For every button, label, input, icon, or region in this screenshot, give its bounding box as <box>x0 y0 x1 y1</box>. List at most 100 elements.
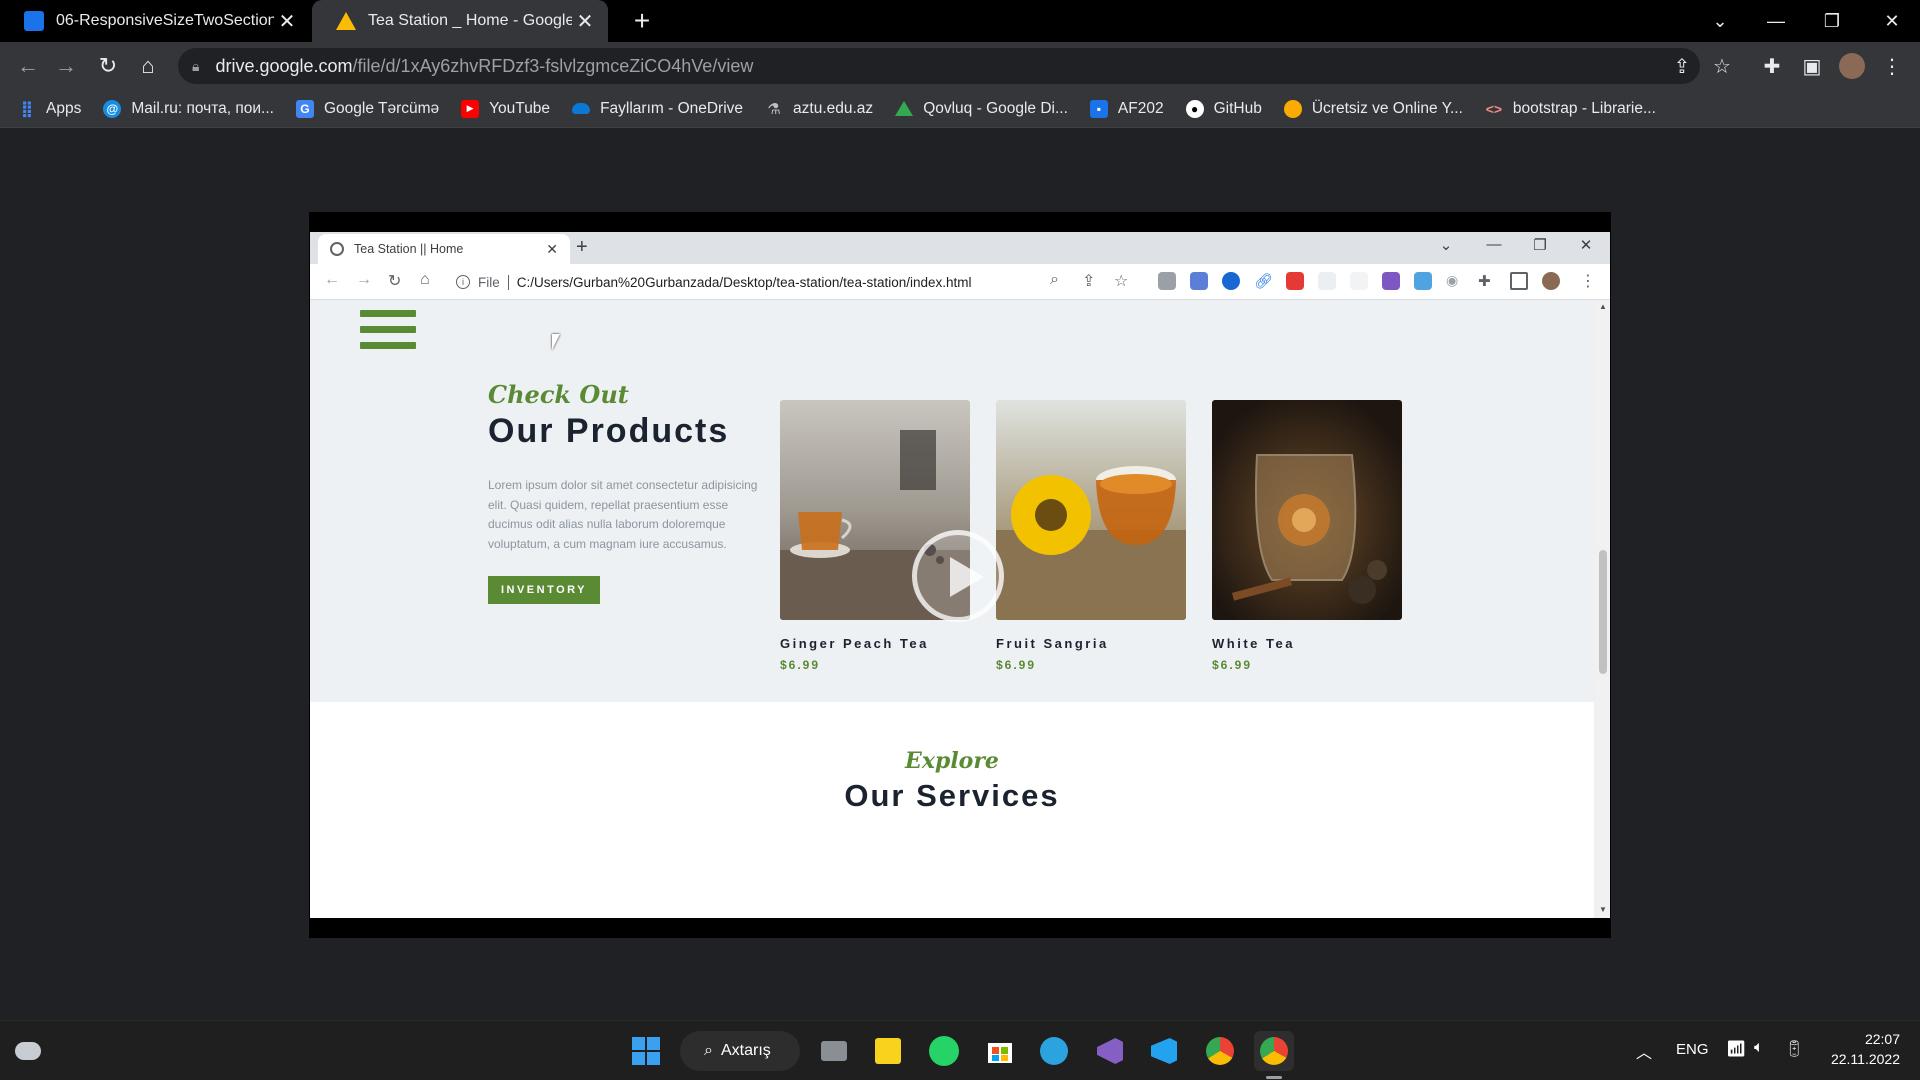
vscode-icon[interactable] <box>1144 1031 1184 1071</box>
wifi-icon[interactable]: 📶︎ <box>1726 1039 1746 1059</box>
forward-arrow-icon[interactable]: → <box>356 271 372 289</box>
address-bar[interactable]: 🔒︎ drive.google.com/file/d/1xAy6zhvRFDzf… <box>178 48 1700 84</box>
new-tab-button[interactable]: + <box>614 0 670 42</box>
bookmark-aztu[interactable]: ⚗ aztu.edu.az <box>765 100 873 118</box>
side-panel-icon[interactable]: ▣ <box>1796 50 1828 82</box>
inner-toolbar: ← → ↻ ⌂ i File C:/Users/Gurban%20Gurbanz… <box>310 264 1610 300</box>
minimize-button[interactable]: — <box>1474 236 1514 253</box>
close-tab-icon[interactable]: ✕ <box>572 8 598 34</box>
show-hidden-icons-chevron-icon[interactable]: ︿ <box>1636 1039 1652 1063</box>
bookmark-youtube[interactable]: ▶ YouTube <box>461 99 550 118</box>
menu-kebab-icon[interactable]: ⋮ <box>1876 50 1908 82</box>
weather-widget-icon[interactable] <box>8 1031 48 1071</box>
reload-icon[interactable]: ↻ <box>92 50 124 82</box>
products-description: Lorem ipsum dolor sit amet consectetur a… <box>488 478 758 551</box>
extension-blue-circle-icon[interactable] <box>1222 272 1240 290</box>
share-icon[interactable]: ⇪ <box>1082 271 1095 291</box>
scroll-down-arrow-icon[interactable]: ▼ <box>1599 905 1607 914</box>
aztu-icon: ⚗ <box>767 100 781 118</box>
restore-button[interactable]: ❐ <box>1804 0 1860 42</box>
clock[interactable]: 22:07 22.11.2022 <box>1820 1029 1900 1069</box>
close-window-button[interactable]: ✕ <box>1566 236 1606 254</box>
page-scrollbar[interactable]: ▲ ▼ <box>1596 300 1610 918</box>
google-drive-favicon-icon <box>336 12 356 30</box>
circle-icon <box>1283 99 1302 118</box>
side-panel-icon[interactable] <box>1510 272 1528 290</box>
google-drive-icon <box>895 101 914 116</box>
bookmark-mailru[interactable]: @ Mail.ru: почта, пои... <box>103 99 274 118</box>
video-play-button[interactable] <box>912 530 1004 622</box>
back-arrow-icon[interactable]: ← <box>12 50 44 82</box>
minimize-button[interactable]: — <box>1748 0 1804 42</box>
close-tab-icon[interactable]: ✕ <box>274 8 300 34</box>
extensions-puzzle-icon[interactable]: ✚ <box>1756 50 1788 82</box>
camera-extension-icon[interactable]: ◉ <box>1446 272 1464 290</box>
chrome-icon[interactable] <box>1200 1031 1240 1071</box>
bookmark-google-translate[interactable]: G Google Tərcümə <box>295 99 439 118</box>
fruit-sangria-image[interactable] <box>996 400 1186 620</box>
home-icon[interactable]: ⌂ <box>132 50 164 82</box>
close-window-button[interactable]: ✕ <box>1864 0 1920 42</box>
services-title: Our Services <box>844 778 1060 813</box>
inner-address-bar[interactable]: i File C:/Users/Gurban%20Gurbanzada/Desk… <box>456 268 1056 296</box>
github-icon: ● <box>1185 99 1204 118</box>
reload-icon[interactable]: ↻ <box>388 271 401 291</box>
bookmark-star-icon[interactable]: ☆ <box>1706 50 1738 82</box>
visual-studio-icon[interactable] <box>1090 1031 1130 1071</box>
new-tab-button[interactable]: + <box>576 236 588 259</box>
battery-icon[interactable]: 🔋︎ <box>1784 1039 1804 1059</box>
chrome-active-icon[interactable] <box>1254 1031 1294 1071</box>
inner-tab-title: Tea Station || Home <box>354 242 464 256</box>
whatsapp-icon[interactable] <box>924 1031 964 1071</box>
language-indicator[interactable]: ENG <box>1676 1041 1709 1058</box>
telegram-icon[interactable] <box>1034 1031 1074 1071</box>
bookmark-star-icon[interactable]: ☆ <box>1114 271 1128 291</box>
volume-icon[interactable]: 🔈︎ <box>1754 1039 1764 1057</box>
bookmark-github[interactable]: ● GitHub <box>1185 99 1262 118</box>
extensions-puzzle-icon[interactable]: ✚ <box>1478 272 1496 290</box>
tab-search-chevron-icon[interactable]: ⌄ <box>1692 0 1748 42</box>
blank-extension-icon[interactable] <box>1318 272 1336 290</box>
share-icon[interactable]: ⇪ <box>1666 50 1698 82</box>
mouse-cursor-icon <box>552 334 560 350</box>
apps-grid-icon: ⣿ <box>20 100 34 118</box>
start-windows-icon[interactable] <box>626 1031 666 1071</box>
home-icon[interactable]: ⌂ <box>420 271 430 289</box>
profile-avatar[interactable] <box>1836 50 1868 82</box>
scroll-up-arrow-icon[interactable]: ▲ <box>1599 302 1607 311</box>
inventory-button[interactable]: INVENTORY <box>488 576 600 604</box>
inner-tab-tea-station[interactable]: Tea Station || Home ✕ <box>318 234 570 264</box>
bookmark-ucretsiz[interactable]: Ücretsiz ve Online Y... <box>1283 99 1463 118</box>
restore-button[interactable]: ❐ <box>1520 236 1560 254</box>
taskbar-search[interactable]: ⌕ Axtarış <box>680 1031 800 1071</box>
zoom-icon[interactable]: ⌕ <box>1050 271 1059 289</box>
gmail-extension-icon[interactable] <box>1158 272 1176 290</box>
tab-search-chevron-icon[interactable]: ⌄ <box>1426 236 1466 254</box>
tab-tea-station[interactable]: Tea Station _ Home - Google Ch ✕ <box>312 0 608 42</box>
blue-extension-icon[interactable] <box>1414 272 1432 290</box>
bookmark-google-drive[interactable]: Qovluq - Google Di... <box>895 100 1068 118</box>
hamburger-menu-icon[interactable] <box>360 310 416 362</box>
microsoft-store-icon[interactable] <box>980 1031 1020 1071</box>
forward-arrow-icon[interactable]: → <box>50 50 82 82</box>
sticky-notes-icon[interactable] <box>868 1031 908 1071</box>
menu-kebab-icon[interactable]: ⋮ <box>1580 271 1596 291</box>
bookmark-onedrive[interactable]: Fayllarım - OneDrive <box>572 100 743 118</box>
red-extension-icon[interactable] <box>1286 272 1304 290</box>
google-translate-icon: G <box>295 99 314 118</box>
bookmark-af202[interactable]: ▪ AF202 <box>1089 99 1164 118</box>
purple-extension-icon[interactable] <box>1382 272 1400 290</box>
back-arrow-icon[interactable]: ← <box>324 271 340 289</box>
tab-responsive-size[interactable]: 06-ResponsiveSizeTwoSection ✕ <box>0 0 310 42</box>
profile-avatar[interactable] <box>1542 272 1560 290</box>
link-extension-icon[interactable]: 🔗︎ <box>1254 272 1273 290</box>
bookmark-bootstrap[interactable]: <> bootstrap - Librarie... <box>1485 100 1656 118</box>
task-view-icon[interactable] <box>814 1031 854 1071</box>
extension-icon[interactable] <box>1350 272 1368 290</box>
bookmark-apps[interactable]: ⣿ Apps <box>18 100 82 118</box>
scrollbar-thumb[interactable] <box>1599 550 1607 674</box>
close-tab-icon[interactable]: ✕ <box>546 241 558 258</box>
product-price: $6.99 <box>780 658 821 672</box>
white-tea-image[interactable] <box>1212 400 1402 620</box>
translate-extension-icon[interactable] <box>1190 272 1208 290</box>
